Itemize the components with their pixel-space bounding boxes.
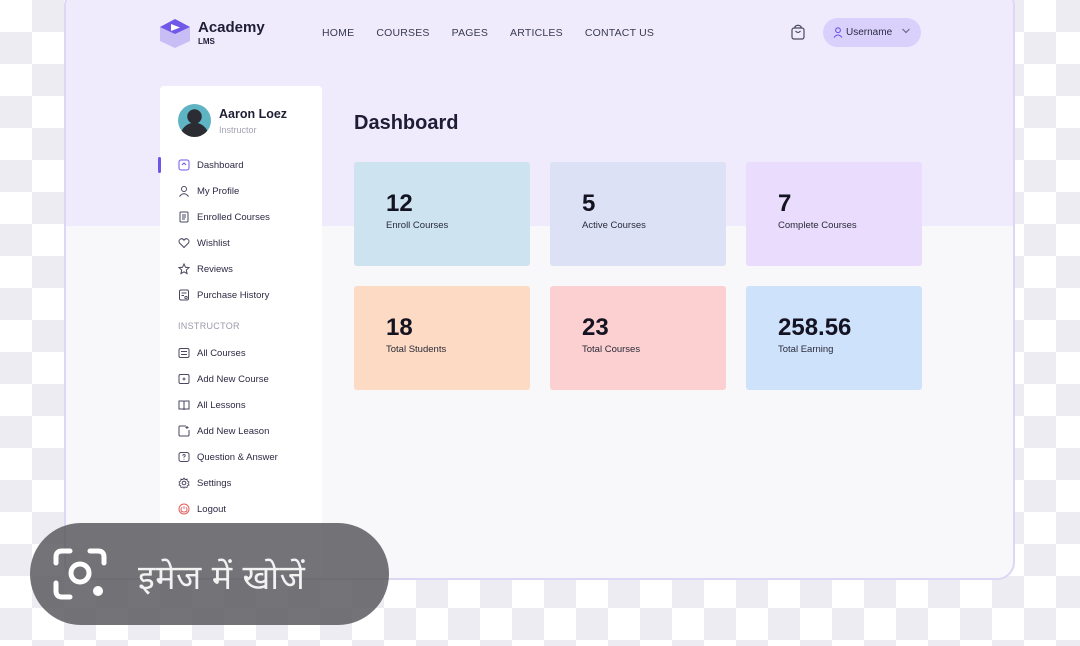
sidebar-item-my-profile[interactable]: My Profile xyxy=(160,178,322,204)
app-window: Academy LMS HOME COURSES PAGES ARTICLES … xyxy=(64,0,1015,580)
add-box-icon xyxy=(178,374,190,384)
sidebar-item-label: Logout xyxy=(197,503,227,515)
nav-articles[interactable]: ARTICLES xyxy=(510,27,563,39)
sidebar-item-settings[interactable]: Settings xyxy=(160,470,322,496)
nav-courses[interactable]: COURSES xyxy=(376,27,429,39)
sidebar-item-logout[interactable]: Logout xyxy=(160,496,322,522)
stat-value: 5 xyxy=(582,190,596,217)
username-label: Username xyxy=(846,27,893,38)
lens-icon xyxy=(53,548,107,600)
nav-pages[interactable]: PAGES xyxy=(452,27,488,39)
stat-card-total-earning: 258.56 Total Earning xyxy=(746,286,922,390)
stat-card-active-courses: 5 Active Courses xyxy=(550,162,726,266)
receipt-icon xyxy=(179,289,189,301)
page-title: Dashboard xyxy=(354,112,459,134)
logo-name: Academy xyxy=(198,18,265,36)
stat-card-complete-courses: 7 Complete Courses xyxy=(746,162,922,266)
stat-label: Enroll Courses xyxy=(386,220,449,231)
sidebar-item-label: All Courses xyxy=(197,347,246,359)
document-icon xyxy=(179,211,189,223)
main-nav: HOME COURSES PAGES ARTICLES CONTACT US xyxy=(322,27,654,39)
sidebar-item-wishlist[interactable]: Wishlist xyxy=(160,230,322,256)
stat-label: Total Courses xyxy=(582,344,641,355)
sidebar-item-label: Enrolled Courses xyxy=(197,211,270,223)
user-menu-button[interactable]: Username xyxy=(823,18,921,47)
stat-value: 23 xyxy=(582,314,609,341)
avatar xyxy=(178,104,211,137)
stat-label: Active Courses xyxy=(582,220,646,231)
sidebar-item-label: Wishlist xyxy=(197,237,230,249)
question-icon xyxy=(178,452,190,462)
sidebar-item-dashboard[interactable]: Dashboard xyxy=(158,152,322,178)
logo[interactable]: Academy LMS xyxy=(158,17,265,49)
star-icon xyxy=(178,263,190,275)
stat-value: 12 xyxy=(386,190,413,217)
sidebar-menu: Dashboard My Profile Enrolled Courses Wi… xyxy=(158,152,322,522)
user-icon xyxy=(179,186,189,197)
sidebar-item-label: Purchase History xyxy=(197,289,270,301)
sidebar-item-add-new-course[interactable]: Add New Course xyxy=(160,366,322,392)
stat-card-enroll-courses: 12 Enroll Courses xyxy=(354,162,530,266)
search-image-label: इमेज में खोजें xyxy=(138,559,306,597)
sidebar-item-label: My Profile xyxy=(197,185,240,197)
nav-contact-us[interactable]: CONTACT US xyxy=(585,27,654,39)
heart-icon xyxy=(178,238,190,249)
sidebar-item-purchase-history[interactable]: Purchase History xyxy=(160,282,322,308)
profile-summary: Aaron Loez Instructor xyxy=(178,104,287,137)
edit-note-icon xyxy=(178,425,190,437)
sidebar-item-enrolled-courses[interactable]: Enrolled Courses xyxy=(160,204,322,230)
profile-role: Instructor xyxy=(219,124,257,135)
logout-icon xyxy=(178,503,190,515)
book-icon xyxy=(178,400,190,411)
sidebar-item-add-new-lesson[interactable]: Add New Leason xyxy=(160,418,322,444)
logo-icon xyxy=(160,19,190,48)
cart-icon[interactable] xyxy=(789,23,807,41)
dashboard-icon xyxy=(178,159,190,171)
sidebar-item-label: Add New Course xyxy=(197,373,269,385)
sidebar: Aaron Loez Instructor Dashboard My Profi… xyxy=(158,86,322,578)
top-navbar: Academy LMS HOME COURSES PAGES ARTICLES … xyxy=(158,14,921,54)
sidebar-item-label: Reviews xyxy=(197,263,233,275)
search-image-button[interactable]: इमेज में खोजें xyxy=(30,523,389,625)
sidebar-item-label: Question & Answer xyxy=(197,451,278,463)
instructor-section-label: INSTRUCTOR xyxy=(178,321,240,331)
stat-label: Complete Courses xyxy=(778,220,857,231)
stat-label: Total Students xyxy=(386,344,447,355)
sidebar-item-label: All Lessons xyxy=(197,399,246,411)
stat-card-total-students: 18 Total Students xyxy=(354,286,530,390)
sidebar-item-all-courses[interactable]: All Courses xyxy=(160,340,322,366)
profile-name: Aaron Loez xyxy=(219,106,288,121)
stat-value: 7 xyxy=(778,190,792,217)
sidebar-item-label: Settings xyxy=(197,477,232,489)
list-icon xyxy=(178,348,190,358)
stat-value: 258.56 xyxy=(778,314,852,341)
chevron-down-icon xyxy=(902,28,910,34)
sidebar-item-all-lessons[interactable]: All Lessons xyxy=(160,392,322,418)
stat-value: 18 xyxy=(386,314,413,341)
sidebar-item-question-answer[interactable]: Question & Answer xyxy=(160,444,322,470)
user-icon xyxy=(833,27,843,38)
logo-subtitle: LMS xyxy=(198,36,215,46)
sidebar-item-label: Dashboard xyxy=(197,159,244,171)
sidebar-item-reviews[interactable]: Reviews xyxy=(160,256,322,282)
sidebar-item-label: Add New Leason xyxy=(197,425,270,437)
stat-card-total-courses: 23 Total Courses xyxy=(550,286,726,390)
gear-icon xyxy=(178,477,190,489)
nav-home[interactable]: HOME xyxy=(322,27,354,39)
stat-label: Total Earning xyxy=(778,344,834,355)
